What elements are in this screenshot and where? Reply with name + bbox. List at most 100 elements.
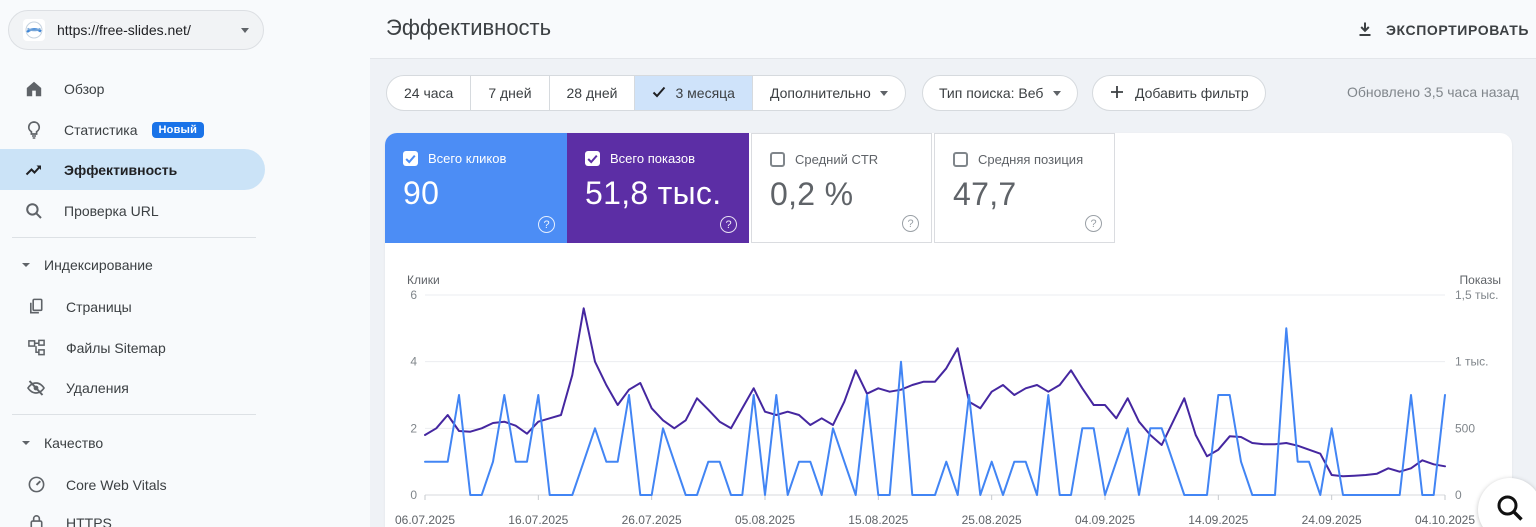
search-icon xyxy=(24,201,44,221)
svg-text:04.10.2025: 04.10.2025 xyxy=(1415,513,1475,527)
sidebar-item-label: Эффективность xyxy=(64,161,178,178)
range-more-dropdown[interactable]: Дополнительно xyxy=(753,76,905,110)
svg-text:1 тыс.: 1 тыс. xyxy=(1455,355,1488,369)
range-3m-selected[interactable]: 3 месяца xyxy=(635,76,753,110)
sidebar-divider xyxy=(12,237,256,238)
sidebar-item-label: Файлы Sitemap xyxy=(66,339,166,356)
svg-text:26.07.2025: 26.07.2025 xyxy=(622,513,682,527)
last-updated-text: Обновлено 3,5 часа назад xyxy=(1347,84,1519,100)
sidebar-item-performance[interactable]: Эффективность xyxy=(0,149,265,190)
sidebar-item-pages[interactable]: Страницы xyxy=(0,286,265,327)
metric-value: 90 xyxy=(403,175,440,211)
trending-up-icon xyxy=(24,160,44,180)
page-title: Эффективность xyxy=(386,15,552,40)
metric-label: Всего кликов xyxy=(428,151,507,166)
sidebar-item-label: Обзор xyxy=(64,80,105,97)
svg-text:Показы: Показы xyxy=(1460,273,1501,287)
sidebar-item-url-inspection[interactable]: Проверка URL xyxy=(0,190,265,231)
sitemap-icon xyxy=(26,338,46,358)
section-label: Качество xyxy=(44,435,104,451)
search-type-dropdown[interactable]: Тип поиска: Веб xyxy=(922,75,1079,111)
checkbox-checked[interactable] xyxy=(403,151,418,166)
download-icon xyxy=(1356,20,1374,41)
header-divider xyxy=(370,58,1536,59)
help-icon[interactable]: ? xyxy=(720,216,737,233)
svg-text:06.07.2025: 06.07.2025 xyxy=(395,513,455,527)
property-selector[interactable]: https://free-slides.net/ xyxy=(8,10,264,50)
performance-panel: Всего кликов 90 ? Всего показов 51,8 тыс… xyxy=(385,133,1512,527)
sidebar-item-core-web-vitals[interactable]: Core Web Vitals xyxy=(0,464,265,505)
date-range-tabs: 24 часа 7 дней 28 дней 3 месяца Дополнит… xyxy=(386,75,906,111)
svg-text:14.09.2025: 14.09.2025 xyxy=(1188,513,1248,527)
performance-chart[interactable]: 0 0 2 500 4 1 тыс. 6 1,5 тыс. Клики Показы 06.07.2… xyxy=(385,243,1512,527)
svg-text:04.09.2025: 04.09.2025 xyxy=(1075,513,1135,527)
metric-label: Средняя позиция xyxy=(978,152,1084,167)
checkbox-checked[interactable] xyxy=(585,151,600,166)
lock-icon xyxy=(26,513,46,527)
pages-icon xyxy=(26,297,46,317)
checkbox-unchecked[interactable] xyxy=(770,152,785,167)
metric-cards: Всего кликов 90 ? Всего показов 51,8 тыс… xyxy=(385,133,1115,243)
help-icon[interactable]: ? xyxy=(538,216,555,233)
metric-value: 51,8 тыс. xyxy=(585,175,722,211)
metric-card-total-impressions[interactable]: Всего показов 51,8 тыс. ? xyxy=(567,133,749,243)
svg-text:6: 6 xyxy=(410,288,417,302)
svg-text:0: 0 xyxy=(1455,488,1462,502)
sidebar-item-https[interactable]: HTTPS xyxy=(0,502,265,527)
svg-text:24.09.2025: 24.09.2025 xyxy=(1302,513,1362,527)
add-filter-button[interactable]: Добавить фильтр xyxy=(1092,75,1266,111)
sidebar-divider xyxy=(12,414,256,415)
svg-text:4: 4 xyxy=(410,355,417,369)
sidebar-item-removals[interactable]: Удаления xyxy=(0,367,265,408)
metric-label: Всего показов xyxy=(610,151,695,166)
metric-value: 0,2 % xyxy=(770,176,854,212)
lightbulb-icon xyxy=(24,120,44,140)
svg-text:2: 2 xyxy=(410,421,417,435)
sidebar-item-overview[interactable]: Обзор xyxy=(0,68,265,109)
property-url: https://free-slides.net/ xyxy=(57,22,191,38)
sidebar-item-label: Страницы xyxy=(66,298,132,315)
search-type-label: Тип поиска: Веб xyxy=(939,85,1044,101)
sidebar-section-indexing[interactable]: Индексирование xyxy=(22,246,153,284)
home-icon xyxy=(24,79,44,99)
svg-text:1,5 тыс.: 1,5 тыс. xyxy=(1455,288,1498,302)
sidebar-item-label: Удаления xyxy=(66,379,129,396)
sidebar-item-sitemaps[interactable]: Файлы Sitemap xyxy=(0,327,265,368)
range-7d[interactable]: 7 дней xyxy=(471,76,550,110)
check-icon xyxy=(652,85,666,101)
metric-card-average-position[interactable]: Средняя позиция 47,7 ? xyxy=(934,133,1115,243)
svg-text:16.07.2025: 16.07.2025 xyxy=(508,513,568,527)
range-28d[interactable]: 28 дней xyxy=(550,76,636,110)
section-collapse-icon xyxy=(22,441,30,445)
export-label: ЭКСПОРТИРОВАТЬ xyxy=(1386,22,1530,38)
checkbox-unchecked[interactable] xyxy=(953,152,968,167)
add-filter-label: Добавить фильтр xyxy=(1135,85,1249,101)
section-label: Индексирование xyxy=(44,257,153,273)
svg-text:0: 0 xyxy=(410,488,417,502)
plus-icon xyxy=(1109,84,1125,103)
metric-card-average-ctr[interactable]: Средний CTR 0,2 % ? xyxy=(751,133,932,243)
sidebar-item-label: Проверка URL xyxy=(64,202,159,219)
metric-label: Средний CTR xyxy=(795,152,879,167)
help-icon[interactable]: ? xyxy=(1085,215,1102,232)
new-badge: Новый xyxy=(151,121,205,138)
range-label: 3 месяца xyxy=(675,85,735,101)
section-collapse-icon xyxy=(22,263,30,267)
more-label: Дополнительно xyxy=(769,85,871,101)
magnifier-icon xyxy=(1494,492,1526,527)
help-icon[interactable]: ? xyxy=(902,215,919,232)
range-24h[interactable]: 24 часа xyxy=(387,76,472,110)
svg-text:Клики: Клики xyxy=(407,273,440,287)
export-button[interactable]: ЭКСПОРТИРОВАТЬ xyxy=(1356,16,1529,44)
chevron-down-icon xyxy=(241,27,249,33)
eye-off-icon xyxy=(26,378,46,398)
sidebar-item-insights[interactable]: Статистика Новый xyxy=(0,109,265,150)
svg-text:05.08.2025: 05.08.2025 xyxy=(735,513,795,527)
chevron-down-icon xyxy=(1053,90,1062,96)
gauge-icon xyxy=(26,475,46,495)
metric-card-total-clicks[interactable]: Всего кликов 90 ? xyxy=(385,133,567,243)
sidebar-item-label: HTTPS xyxy=(66,514,112,527)
site-favicon-icon xyxy=(23,19,45,41)
sidebar-item-label: Core Web Vitals xyxy=(66,476,167,493)
sidebar-section-experience[interactable]: Качество xyxy=(22,424,103,462)
